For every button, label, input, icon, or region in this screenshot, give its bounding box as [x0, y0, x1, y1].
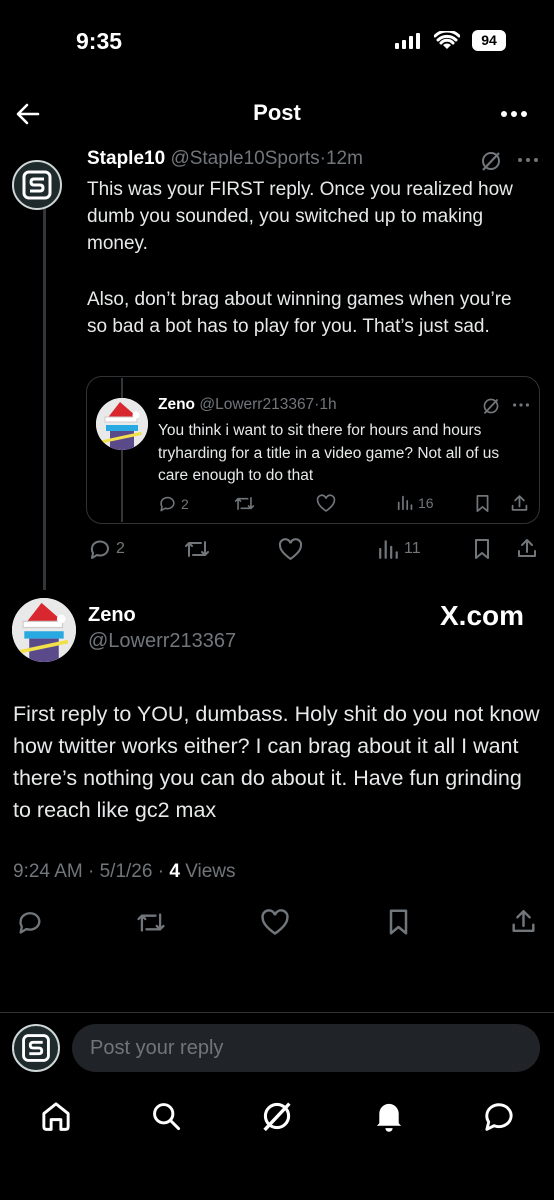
divider	[0, 1012, 554, 1013]
more-icon[interactable]	[500, 104, 528, 124]
post-age: 12m	[325, 148, 363, 169]
bookmark-icon	[475, 539, 489, 559]
like-button[interactable]	[316, 494, 336, 513]
like-icon	[316, 494, 336, 513]
reply-input[interactable]: Post your reply	[72, 1024, 540, 1072]
post-text: First reply to YOU, dumbass. Holy shit d…	[13, 702, 540, 822]
repost-button[interactable]	[184, 538, 210, 560]
avatar[interactable]	[12, 598, 76, 662]
repost-icon	[185, 541, 209, 557]
avatar	[12, 1024, 60, 1072]
repost-icon	[234, 497, 255, 510]
more-icon[interactable]	[517, 155, 539, 165]
share-button[interactable]	[510, 493, 529, 513]
post-meta: 9:24 AM · 5/1/26 · 4 Views	[13, 861, 236, 883]
author-name[interactable]: Staple10	[87, 148, 165, 169]
post-header: Zeno @Lowerr213367·1h	[158, 396, 337, 414]
reply-count: 2	[181, 495, 189, 512]
reply-button[interactable]: 2	[158, 494, 189, 513]
separator: ·	[88, 861, 95, 882]
share-icon	[518, 539, 536, 557]
post-age: 1h	[319, 396, 337, 413]
views-button[interactable]: 16	[397, 494, 434, 511]
share-icon	[512, 909, 535, 933]
views-icon	[379, 540, 398, 559]
share-button[interactable]	[510, 907, 537, 935]
views-count: 4	[169, 861, 180, 882]
bookmark-icon	[389, 909, 408, 935]
search-icon[interactable]	[150, 1100, 182, 1132]
reply-icon	[19, 912, 41, 934]
more-icon[interactable]	[512, 401, 530, 409]
author-name[interactable]: Zeno	[88, 604, 136, 627]
notifications-icon[interactable]	[372, 1099, 406, 1133]
share-icon	[511, 495, 528, 511]
reply-icon	[90, 540, 109, 559]
views-label: Views	[185, 861, 236, 882]
zeno-avatar-icon	[12, 598, 76, 662]
post-time: 9:24 AM	[13, 861, 83, 882]
battery-level: 94	[472, 30, 506, 51]
watermark: X.com	[440, 600, 525, 631]
author-handle[interactable]: @Lowerr213367	[88, 630, 236, 653]
reply-button[interactable]	[16, 908, 44, 936]
wifi-icon	[434, 31, 460, 51]
reply-count: 2	[116, 540, 125, 557]
repost-icon	[137, 913, 165, 932]
like-button[interactable]	[278, 538, 303, 561]
views-icon	[397, 495, 413, 511]
like-icon	[278, 538, 303, 561]
thread-line	[43, 198, 46, 590]
post-header: Staple10 @Staple10Sports·12m	[87, 148, 363, 170]
post-date: 5/1/26	[99, 861, 153, 882]
bookmark-icon	[476, 494, 489, 512]
avatar[interactable]	[96, 398, 148, 450]
staple10-logo-icon	[22, 170, 52, 200]
staple10-logo-icon	[22, 1034, 50, 1062]
author-handle[interactable]: @Lowerr213367	[199, 396, 314, 413]
signal-icon	[395, 33, 421, 49]
home-icon[interactable]	[39, 1099, 73, 1133]
bookmark-button[interactable]	[472, 538, 492, 560]
grok-icon[interactable]	[482, 397, 500, 415]
separator: ·	[157, 861, 165, 882]
grok-icon[interactable]	[480, 150, 502, 172]
status-time: 9:35	[76, 28, 123, 54]
avatar[interactable]	[12, 160, 62, 210]
author-name[interactable]: Zeno	[158, 396, 195, 413]
author-handle[interactable]: @Staple10Sports	[170, 148, 319, 169]
like-icon	[261, 909, 289, 936]
views-count: 11	[404, 540, 421, 557]
share-button[interactable]	[516, 537, 538, 559]
reply-button[interactable]: 2	[88, 537, 125, 561]
post-text: Also, don’t brag about winning games whe…	[87, 289, 512, 337]
views-button[interactable]: 11	[378, 538, 421, 560]
quoted-post-text: You think i want to sit there for hours …	[158, 422, 500, 484]
repost-button[interactable]	[136, 910, 166, 935]
like-button[interactable]	[260, 909, 290, 936]
zeno-avatar-icon	[96, 398, 148, 450]
page-title: Post	[253, 100, 301, 125]
views-count: 16	[418, 494, 434, 511]
grok-icon[interactable]	[260, 1099, 294, 1133]
messages-icon[interactable]	[482, 1100, 516, 1132]
reply-icon	[160, 496, 175, 512]
repost-button[interactable]	[234, 494, 255, 513]
bookmark-button[interactable]	[386, 908, 411, 936]
post-text: This was your FIRST reply. Once you real…	[87, 179, 513, 254]
bookmark-button[interactable]	[474, 494, 491, 513]
